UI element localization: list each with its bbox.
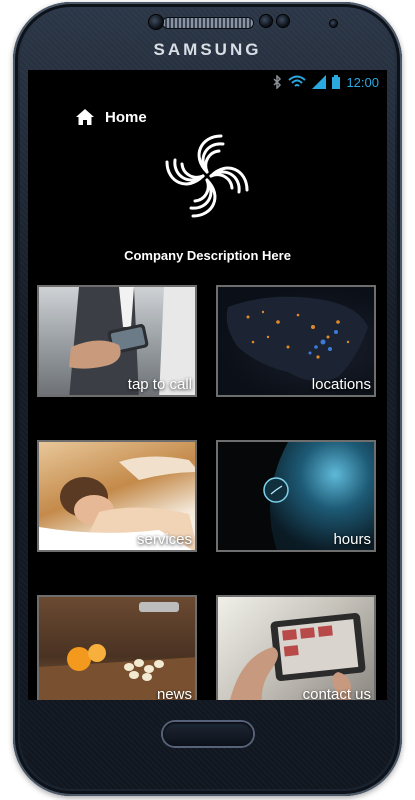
- device-brand: SAMSUNG: [153, 40, 262, 59]
- app-screen: 12:00 Home Company Description Here tap …: [28, 70, 387, 700]
- tile-label: contact us: [302, 686, 371, 700]
- house-icon: [76, 109, 94, 125]
- tile-label: hours: [333, 531, 371, 548]
- tile-news[interactable]: news: [37, 595, 197, 700]
- tile-tap-to-call[interactable]: tap to call: [37, 285, 197, 397]
- tile-label: news: [156, 686, 192, 700]
- sensor-left: [260, 15, 272, 27]
- status-clock: 12:00: [346, 74, 379, 90]
- bluetooth-icon: [273, 75, 282, 89]
- home-label: Home: [105, 108, 147, 126]
- tile-label: tap to call: [127, 376, 192, 393]
- hardware-home-button[interactable]: [163, 722, 253, 746]
- tile-locations[interactable]: locations: [216, 285, 376, 397]
- tablet-hands-image: [218, 597, 374, 700]
- company-description: Company Description Here: [124, 248, 291, 263]
- status-bar: 12:00: [28, 70, 387, 94]
- company-logo: [165, 134, 249, 218]
- kitchen-food-image: [39, 597, 195, 700]
- tile-label: services: [136, 531, 192, 548]
- tile-label: locations: [311, 376, 371, 393]
- earpiece-speaker: [163, 18, 253, 28]
- tile-hours[interactable]: hours: [216, 440, 376, 552]
- home-nav-button[interactable]: Home: [75, 108, 147, 126]
- light-sensor: [330, 20, 337, 27]
- signal-icon: [312, 75, 327, 89]
- tile-services[interactable]: services: [37, 440, 197, 552]
- battery-icon: [332, 75, 341, 89]
- wifi-icon: [288, 75, 307, 87]
- tile-contact-us[interactable]: contact us: [216, 595, 376, 700]
- sensor-right: [277, 15, 289, 27]
- front-camera: [149, 15, 163, 29]
